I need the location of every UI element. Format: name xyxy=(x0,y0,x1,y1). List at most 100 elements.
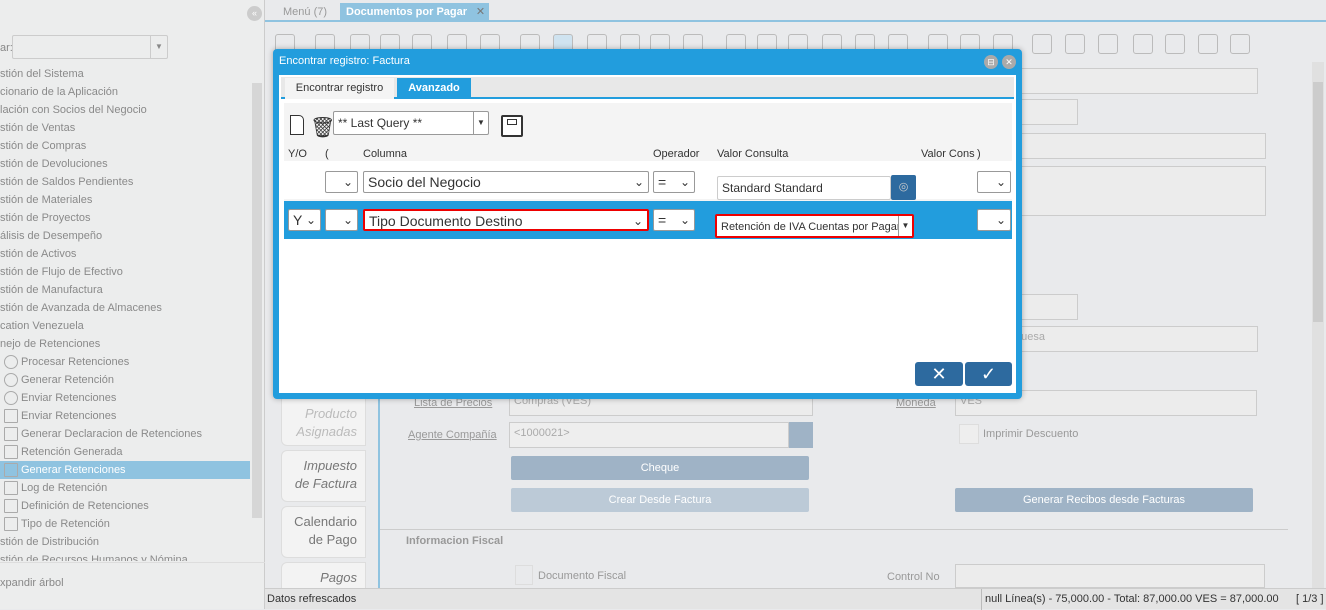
check-icon: ✓ xyxy=(980,364,997,384)
generar-recibos-button[interactable]: Generar Recibos desde Facturas xyxy=(955,488,1253,512)
tree-folder[interactable]: stión de Recursos Humanos y Nómina xyxy=(0,551,250,561)
tree-item-label: stión de Flujo de Efectivo xyxy=(0,266,123,278)
tree-item-label: Retención Generada xyxy=(21,446,123,458)
tree-folder[interactable]: stión de Manufactura xyxy=(0,281,250,299)
window-icon xyxy=(4,481,18,496)
saved-query-select[interactable]: ** Last Query ** ▼ xyxy=(333,111,489,135)
tree-folder[interactable]: cation Venezuela xyxy=(0,317,250,335)
report-icon xyxy=(4,427,18,442)
columna-select[interactable]: Tipo Documento Destino ⌄ xyxy=(363,209,649,231)
paren-open-select[interactable]: ⌄ xyxy=(325,209,358,231)
tree-folder[interactable]: stión de Compras xyxy=(0,137,250,155)
tab-encontrar-registro[interactable]: Encontrar registro xyxy=(285,78,394,99)
tree-leaf[interactable]: Generar Retención xyxy=(0,371,250,389)
control-no-field[interactable] xyxy=(955,564,1265,588)
operador-select[interactable]: = ⌄ xyxy=(653,209,695,231)
maximize-button[interactable]: ⊟ xyxy=(984,55,998,69)
tree-leaf[interactable]: Procesar Retenciones xyxy=(0,353,250,371)
tab-menu[interactable]: Menú (7) xyxy=(277,3,333,22)
form-scrollbar[interactable] xyxy=(1312,62,1324,588)
barcode-icon[interactable] xyxy=(1198,34,1218,54)
combo-field[interactable]: guesa xyxy=(1010,326,1258,352)
tree-leaf[interactable]: Retención Generada xyxy=(0,443,250,461)
search-combobox[interactable]: ▼ xyxy=(12,35,168,59)
columna-select[interactable]: Socio del Negocio ⌄ xyxy=(363,171,649,193)
process-icon xyxy=(4,373,18,388)
settings-icon[interactable] xyxy=(1165,34,1185,54)
valor-consulta-select[interactable]: Retención de IVA Cuentas por Pagar ▼ xyxy=(715,214,914,238)
send-icon[interactable] xyxy=(1133,34,1153,54)
tree-leaf[interactable]: Enviar Retenciones xyxy=(0,407,250,425)
valor-consulta-input[interactable]: Standard Standard xyxy=(717,176,891,200)
tab-bar: Menú (7) Documentos por Pagar ✕ xyxy=(265,0,1326,22)
workflow-icon[interactable] xyxy=(1098,34,1118,54)
tree-folder[interactable]: stión de Avanzada de Almacenes xyxy=(0,299,250,317)
header-valor-consulta: Valor Consulta xyxy=(717,148,789,160)
tree-leaf[interactable]: Tipo de Retención xyxy=(0,515,250,533)
tab-documentos-por-pagar[interactable]: Documentos por Pagar ✕ xyxy=(340,3,490,22)
tree-scrollbar[interactable] xyxy=(252,83,262,518)
tree-leaf[interactable]: Enviar Retenciones xyxy=(0,389,250,407)
tree-folder[interactable]: álisis de Desempeño xyxy=(0,227,250,245)
status-message: Datos refrescados xyxy=(267,593,357,605)
tree-leaf[interactable]: Generar Declaracion de Retenciones xyxy=(0,425,250,443)
documento-fiscal-checkbox[interactable] xyxy=(515,565,533,585)
status-totals: null Línea(s) - 75,000.00 - Total: 87,00… xyxy=(981,589,1279,610)
top-combo[interactable] xyxy=(1010,68,1258,94)
tree-folder[interactable]: stión de Materiales xyxy=(0,191,250,209)
expand-tree-checkbox-label[interactable]: xpandir árbol xyxy=(0,577,64,589)
tree-folder[interactable]: stión de Ventas xyxy=(0,119,250,137)
tree-item-label: Generar Retenciones xyxy=(21,464,126,476)
tab-impuesto-de-factura[interactable]: Impuesto de Factura xyxy=(281,450,366,502)
crear-desde-factura-button[interactable]: Crear Desde Factura xyxy=(511,488,809,512)
tree-folder[interactable]: stión de Flujo de Efectivo xyxy=(0,263,250,281)
paren-close-select[interactable]: ⌄ xyxy=(977,209,1011,231)
description-textarea[interactable] xyxy=(1010,166,1266,216)
operador-value: = xyxy=(658,212,667,228)
close-dialog-button[interactable]: ✕ xyxy=(1002,55,1016,69)
agente-field[interactable]: <1000021> xyxy=(509,422,789,448)
document-icon[interactable] xyxy=(1230,34,1250,54)
tree-leaf[interactable]: Log de Retención xyxy=(0,479,250,497)
lock-icon[interactable] xyxy=(1032,34,1052,54)
yo-value: Y xyxy=(293,212,303,228)
tree-leaf[interactable]: Definición de Retenciones xyxy=(0,497,250,515)
ok-button[interactable]: ✓ xyxy=(965,362,1012,386)
bpartner-lookup-button[interactable]: ◎ xyxy=(891,175,916,200)
operador-select[interactable]: = ⌄ xyxy=(653,171,695,193)
agente-lookup-button[interactable] xyxy=(789,422,813,448)
tab-avanzado[interactable]: Avanzado xyxy=(397,78,471,99)
tree-folder[interactable]: lación con Socios del Negocio xyxy=(0,101,250,119)
paren-close-select[interactable]: ⌄ xyxy=(977,171,1011,193)
section-informacion-fiscal[interactable]: Informacion Fiscal xyxy=(406,535,503,547)
collapse-sidebar-button[interactable]: « xyxy=(247,6,262,21)
record-navigator[interactable]: [ 1/3 ] xyxy=(1296,589,1324,610)
tree-folder[interactable]: stión de Activos xyxy=(0,245,250,263)
cheque-button[interactable]: Cheque xyxy=(511,456,809,480)
tree-leaf[interactable]: Generar Retenciones xyxy=(0,461,250,479)
yo-select[interactable]: Y ⌄ xyxy=(288,209,321,231)
process-icon xyxy=(4,355,18,370)
tree-folder[interactable]: stión de Devoluciones xyxy=(0,155,250,173)
close-icon[interactable]: ✕ xyxy=(476,3,485,22)
imprimir-descuento-checkbox[interactable] xyxy=(959,424,979,444)
text-field[interactable] xyxy=(1010,133,1266,159)
tree-folder[interactable]: stión de Distribución xyxy=(0,533,250,551)
tree-item-label: stión de Materiales xyxy=(0,194,93,206)
paren-open-select[interactable]: ⌄ xyxy=(325,171,358,193)
save-query-icon[interactable] xyxy=(501,115,523,137)
tree-folder[interactable]: stión de Saldos Pendientes xyxy=(0,173,250,191)
tree-folder[interactable]: stión del Sistema xyxy=(0,65,250,83)
zoom-across-icon[interactable] xyxy=(1065,34,1085,54)
tab-calendario-de-pago[interactable]: Calendario de Pago xyxy=(281,506,366,558)
tree-folder[interactable]: nejo de Retenciones xyxy=(0,335,250,353)
imprimir-descuento-label: Imprimir Descuento xyxy=(983,428,1079,440)
header-columna: Columna xyxy=(363,148,408,160)
header-paren-open: ( xyxy=(325,148,329,160)
valor-value: Standard Standard xyxy=(722,181,823,195)
new-query-icon[interactable] xyxy=(290,115,304,135)
tree-folder[interactable]: cionario de la Aplicación xyxy=(0,83,250,101)
delete-query-icon[interactable]: 🗑 xyxy=(310,115,335,140)
tree-folder[interactable]: stión de Proyectos xyxy=(0,209,250,227)
cancel-button[interactable]: ✕ xyxy=(915,362,963,386)
